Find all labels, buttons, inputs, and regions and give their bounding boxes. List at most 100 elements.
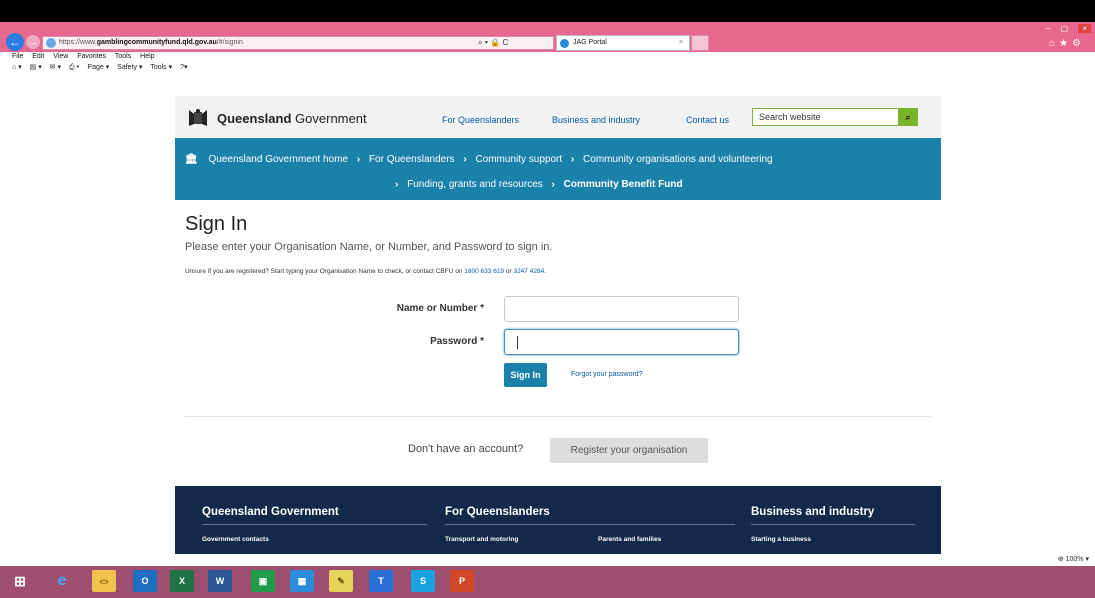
name-label: Name or Number * bbox=[396, 303, 484, 314]
command-bar: ⌂ ▾ ▤ ▾ ✉ ▾ ⎙ ▾ Page ▾ Safety ▾ Tools ▾ … bbox=[0, 62, 1095, 74]
breadcrumb: 🏛 Queensland Government home › For Queen… bbox=[175, 138, 941, 200]
crumb-for-queenslanders[interactable]: For Queenslanders bbox=[369, 154, 455, 165]
ie-icon bbox=[560, 39, 569, 48]
tab-jag-portal[interactable]: JAG Portal × bbox=[556, 35, 690, 51]
crumb-separator: › bbox=[395, 179, 399, 190]
sticky-notes-icon[interactable]: ✎ bbox=[329, 570, 353, 592]
url-prefix: https://www. bbox=[59, 39, 97, 46]
minimize-icon[interactable]: – bbox=[1046, 24, 1050, 33]
mail-cmd-icon[interactable]: ✉ ▾ bbox=[50, 64, 61, 71]
menu-edit[interactable]: Edit bbox=[32, 53, 44, 60]
footer-rule bbox=[202, 524, 427, 525]
windows-store-icon[interactable]: ▦ bbox=[290, 570, 314, 592]
crumb-separator: › bbox=[570, 154, 575, 165]
feeds-cmd-icon[interactable]: ▤ ▾ bbox=[30, 64, 42, 71]
crumb-separator: › bbox=[463, 154, 467, 165]
footer-heading-business: Business and industry bbox=[751, 506, 875, 518]
telstra-icon[interactable]: T bbox=[369, 570, 393, 592]
tab-close-icon[interactable]: × bbox=[679, 36, 683, 50]
cmd-tools[interactable]: Tools ▾ bbox=[150, 64, 172, 71]
breadcrumb-row-1: 🏛 Queensland Government home › For Queen… bbox=[185, 154, 773, 165]
crumb-qg-home[interactable]: Queensland Government home bbox=[208, 154, 348, 165]
page-viewport: Queensland Government For Queenslanders … bbox=[0, 74, 1095, 554]
text-caret bbox=[517, 336, 518, 349]
menu-view[interactable]: View bbox=[53, 53, 68, 60]
signin-note: Unsure if you are registered? Start typi… bbox=[185, 268, 546, 275]
excel-icon[interactable]: X bbox=[170, 570, 194, 592]
taskbar: ⊞ e ▭ O X W ▣ ▦ ✎ T S P bbox=[0, 566, 1095, 598]
nav-business-industry[interactable]: Business and industry bbox=[552, 115, 640, 125]
internet-explorer-icon[interactable]: e bbox=[50, 570, 74, 592]
url-path: /#/signin bbox=[216, 39, 243, 46]
site-footer: Queensland Government Government contact… bbox=[175, 486, 941, 554]
tab-title: JAG Portal bbox=[573, 39, 607, 46]
footer-link-transport[interactable]: Transport and motoring bbox=[445, 536, 518, 543]
phone-link-2[interactable]: 3247 4284 bbox=[513, 268, 544, 275]
crumb-community-orgs[interactable]: Community organisations and volunteering bbox=[583, 154, 773, 165]
site-brand[interactable]: Queensland Government bbox=[217, 111, 367, 126]
menu-file[interactable]: File bbox=[12, 53, 23, 60]
signin-subtitle: Please enter your Organisation Name, or … bbox=[185, 241, 553, 253]
outlook-icon[interactable]: O bbox=[133, 570, 157, 592]
skype-icon[interactable]: S bbox=[411, 570, 435, 592]
register-organisation-button[interactable]: Register your organisation bbox=[550, 438, 708, 463]
footer-heading-qg: Queensland Government bbox=[202, 506, 339, 518]
back-button[interactable]: ← bbox=[6, 33, 24, 51]
footer-link-gov-contacts[interactable]: Government contacts bbox=[202, 536, 269, 543]
print-cmd-icon[interactable]: ⎙ ▾ bbox=[69, 64, 80, 71]
no-account-text: Don't have an account? bbox=[408, 443, 524, 455]
windows-start-icon[interactable]: ⊞ bbox=[8, 570, 32, 592]
government-building-icon: 🏛 bbox=[185, 154, 198, 165]
address-tools[interactable]: ⌕ ▾ 🔒 C bbox=[478, 36, 508, 50]
home-cmd-icon[interactable]: ⌂ ▾ bbox=[12, 64, 22, 71]
nav-contact-us[interactable]: Contact us bbox=[686, 115, 729, 125]
cmd-safety[interactable]: Safety ▾ bbox=[117, 64, 142, 71]
brand-regular: Government bbox=[295, 111, 367, 126]
forward-button[interactable]: → bbox=[26, 35, 40, 49]
forgot-password-link[interactable]: Forgot your password? bbox=[571, 371, 643, 378]
word-icon[interactable]: W bbox=[208, 570, 232, 592]
password-field[interactable] bbox=[504, 329, 739, 355]
home-favorites-icons[interactable]: ⌂★⚙ bbox=[1049, 38, 1085, 49]
crumb-funding-grants[interactable]: Funding, grants and resources bbox=[407, 179, 543, 190]
search-icon[interactable]: ⌕ bbox=[898, 108, 918, 126]
file-explorer-icon[interactable]: ▭ bbox=[92, 570, 116, 592]
crumb-community-benefit-fund: Community Benefit Fund bbox=[563, 179, 683, 190]
zoom-level[interactable]: ⊕ 100% ▾ bbox=[1058, 555, 1089, 563]
maximize-icon[interactable]: ▢ bbox=[1061, 24, 1069, 33]
footer-heading-queenslanders: For Queenslanders bbox=[445, 506, 550, 518]
cmd-page[interactable]: Page ▾ bbox=[87, 64, 109, 71]
site-icon bbox=[46, 38, 56, 48]
window-controls: – ▢ × bbox=[1038, 24, 1091, 33]
breadcrumb-row-2: › Funding, grants and resources › Commun… bbox=[389, 179, 683, 190]
close-icon[interactable]: × bbox=[1078, 24, 1091, 33]
sign-in-button[interactable]: Sign In bbox=[504, 363, 547, 387]
menu-tools[interactable]: Tools bbox=[115, 53, 131, 60]
coat-of-arms-icon bbox=[189, 109, 207, 126]
site-header: Queensland Government For Queenslanders … bbox=[175, 96, 941, 138]
footer-link-starting-business[interactable]: Starting a business bbox=[751, 536, 811, 543]
phone-link-1[interactable]: 1800 633 619 bbox=[464, 268, 504, 275]
password-label: Password * bbox=[430, 336, 484, 347]
store-icon[interactable]: ▣ bbox=[251, 570, 275, 592]
crumb-community-support[interactable]: Community support bbox=[475, 154, 562, 165]
name-or-number-field[interactable] bbox=[504, 296, 739, 322]
page-title: Sign In bbox=[185, 213, 248, 235]
zoom-value: 100% bbox=[1065, 556, 1084, 563]
menu-bar: File Edit View Favorites Tools Help bbox=[0, 52, 1095, 62]
nav-for-queenslanders[interactable]: For Queenslanders bbox=[442, 115, 519, 125]
powerpoint-icon[interactable]: P bbox=[450, 570, 474, 592]
brand-bold: Queensland bbox=[217, 111, 292, 126]
help-cmd-icon[interactable]: ?▾ bbox=[180, 64, 187, 71]
note-text: Unsure if you are registered? Start typi… bbox=[185, 268, 463, 275]
footer-link-parents[interactable]: Parents and families bbox=[598, 536, 661, 543]
footer-rule bbox=[445, 524, 735, 525]
screen-top-bar bbox=[0, 0, 1095, 22]
menu-favorites[interactable]: Favorites bbox=[77, 53, 106, 60]
crumb-separator: › bbox=[551, 179, 555, 190]
new-tab-button[interactable] bbox=[691, 35, 709, 51]
divider bbox=[185, 416, 931, 417]
search-input[interactable]: Search website bbox=[752, 108, 900, 126]
menu-help[interactable]: Help bbox=[140, 53, 154, 60]
note-or: or bbox=[505, 268, 512, 275]
